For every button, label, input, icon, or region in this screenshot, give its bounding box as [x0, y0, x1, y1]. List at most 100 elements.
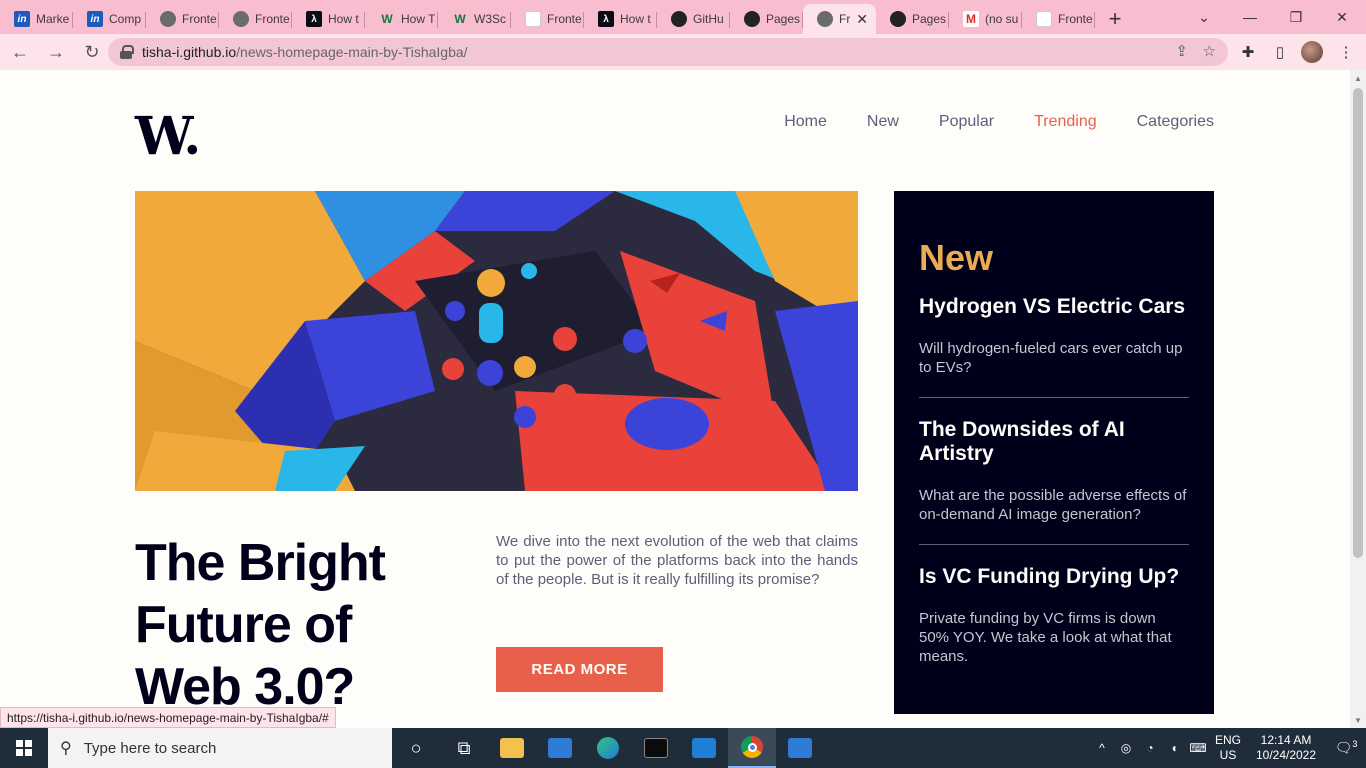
- page-scrollbar[interactable]: ▲ ▼: [1350, 70, 1366, 728]
- browser-tab[interactable]: Fr ✕: [803, 4, 876, 34]
- browser-tab[interactable]: W W3Sc: [438, 4, 511, 34]
- github-icon: [671, 11, 687, 27]
- browser-tab[interactable]: Pages: [730, 4, 803, 34]
- nav-link-popular[interactable]: Popular: [939, 113, 994, 131]
- menu-icon[interactable]: ⋮: [1330, 36, 1362, 68]
- address-bar[interactable]: tisha-i.github.io/news-homepage-main-by-…: [108, 38, 1228, 66]
- browser-tab[interactable]: in Comp: [73, 4, 146, 34]
- browser-tab[interactable]: in Marke: [0, 4, 73, 34]
- share-icon[interactable]: ⇪: [1175, 42, 1188, 60]
- cortana-icon[interactable]: ○: [392, 728, 440, 768]
- bookmark-star-icon[interactable]: ☆: [1203, 42, 1216, 60]
- browser-tab[interactable]: GitHu: [657, 4, 730, 34]
- taskbar-clock[interactable]: 12:14 AM 10/24/2022: [1246, 733, 1326, 763]
- news-item-title[interactable]: Hydrogen VS Electric Cars: [919, 295, 1189, 319]
- scroll-up-icon[interactable]: ▲: [1350, 70, 1366, 86]
- invision-icon: in: [14, 11, 30, 27]
- minimize-button[interactable]: —: [1227, 0, 1273, 34]
- tab-label: Fronte: [547, 12, 582, 26]
- terminal-icon[interactable]: [632, 728, 680, 768]
- system-tray: ^ ◎ ◔ ◖ ⌨ ENG US 12:14 AM 10/24/2022 🗨3: [1090, 728, 1366, 768]
- news-item: Hydrogen VS Electric Cars Will hydrogen-f…: [919, 295, 1189, 398]
- tab-strip: in Marke in Comp Fronte Fronte λ How t W How T W W3…: [0, 0, 1366, 34]
- profile-avatar[interactable]: [1296, 36, 1328, 68]
- photos-icon[interactable]: [776, 728, 824, 768]
- main-nav: Home New Popular Trending Categories: [784, 113, 1214, 131]
- scroll-thumb[interactable]: [1353, 88, 1363, 558]
- vscode-icon[interactable]: [680, 728, 728, 768]
- browser-tab[interactable]: Fronte: [1022, 4, 1095, 34]
- webcam-icon[interactable]: ◎: [1114, 741, 1138, 755]
- tab-label: Fr: [839, 12, 851, 26]
- url-path: /news-homepage-main-by-TishaIgba/: [236, 44, 468, 60]
- nav-link-new[interactable]: New: [867, 113, 899, 131]
- extensions-icon[interactable]: ✚: [1232, 36, 1264, 68]
- restore-button[interactable]: ❐: [1273, 0, 1319, 34]
- input-language[interactable]: ENG US: [1210, 733, 1246, 763]
- edge-icon[interactable]: [584, 728, 632, 768]
- github-icon: [744, 11, 760, 27]
- nav-link-categories[interactable]: Categories: [1137, 113, 1214, 131]
- file-explorer-icon[interactable]: [488, 728, 536, 768]
- tab-label: Pages: [766, 12, 801, 26]
- browser-tab[interactable]: Pages: [876, 4, 949, 34]
- browser-tab[interactable]: M (no su: [949, 4, 1022, 34]
- network-icon[interactable]: ◔: [1138, 741, 1162, 755]
- w3schools-icon: W: [454, 12, 466, 26]
- news-item-text: What are the possible adverse effects of…: [919, 487, 1187, 523]
- new-tab-button[interactable]: +: [1095, 4, 1135, 34]
- tab-label: How T: [401, 12, 436, 26]
- taskbar-search[interactable]: ⚲ Type here to search: [48, 728, 392, 768]
- tab-label: Comp: [109, 12, 142, 26]
- close-tab-icon[interactable]: ✕: [856, 11, 868, 28]
- task-view-icon[interactable]: ⧉: [440, 728, 488, 768]
- w3schools-icon: W: [381, 12, 393, 26]
- tab-label: GitHu: [693, 12, 724, 26]
- chrome-icon[interactable]: [728, 728, 776, 768]
- news-item-text: Private funding by VC firms is down 50% …: [919, 610, 1172, 665]
- start-button[interactable]: [0, 728, 48, 768]
- status-bar-url: https://tisha-i.github.io/news-homepage-…: [0, 707, 336, 728]
- notification-count: 3: [1352, 739, 1358, 750]
- nav-link-home[interactable]: Home: [784, 113, 827, 131]
- browser-tab[interactable]: Fronte: [146, 4, 219, 34]
- invision-icon: in: [87, 11, 103, 27]
- browser-tab[interactable]: λ How t: [292, 4, 365, 34]
- notification-center-icon[interactable]: 🗨3: [1326, 739, 1366, 757]
- tab-label: How t: [328, 12, 359, 26]
- close-window-button[interactable]: ✕: [1319, 0, 1365, 34]
- browser-tab[interactable]: λ How t: [584, 4, 657, 34]
- volume-icon[interactable]: ◖: [1162, 741, 1186, 755]
- mail-icon[interactable]: [536, 728, 584, 768]
- site-logo[interactable]: W.: [135, 106, 201, 167]
- news-item-title[interactable]: The Downsides of AI Artistry: [919, 418, 1189, 466]
- news-item-title[interactable]: Is VC Funding Drying Up?: [919, 565, 1189, 589]
- globe-icon: [233, 11, 249, 27]
- news-item-text: Will hydrogen-fueled cars ever catch up …: [919, 340, 1183, 376]
- windows-logo-icon: [16, 740, 32, 756]
- show-hidden-icons-icon[interactable]: ^: [1090, 741, 1114, 755]
- tab-label: How t: [620, 12, 651, 26]
- scroll-down-icon[interactable]: ▼: [1350, 712, 1366, 728]
- webpage: W. Home New Popular Trending Categories: [0, 70, 1350, 728]
- globe-icon: [817, 11, 833, 27]
- frontendmentor-icon: [525, 11, 541, 27]
- tab-search-icon[interactable]: ⌄: [1181, 0, 1227, 34]
- nav-link-trending[interactable]: Trending: [1034, 113, 1097, 131]
- tab-label: Fronte: [1058, 12, 1093, 26]
- browser-tab[interactable]: Fronte: [219, 4, 292, 34]
- tab-label: Fronte: [255, 12, 290, 26]
- back-button[interactable]: ←: [4, 36, 36, 68]
- article-lede: We dive into the next evolution of the w…: [496, 533, 858, 588]
- url-domain: tisha-i.github.io: [142, 44, 237, 60]
- forward-button[interactable]: →: [40, 36, 72, 68]
- reload-button[interactable]: ↻: [76, 36, 108, 68]
- browser-tab[interactable]: Fronte: [511, 4, 584, 34]
- side-panel-icon[interactable]: ▯: [1264, 36, 1296, 68]
- read-more-button[interactable]: READ MORE: [496, 647, 663, 692]
- news-item: The Downsides of AI Artistry What are the…: [919, 418, 1189, 545]
- lock-icon[interactable]: [120, 45, 134, 59]
- browser-tab[interactable]: W How T: [365, 4, 438, 34]
- keyboard-icon[interactable]: ⌨: [1186, 741, 1210, 755]
- browser-toolbar: ← → ↻ tisha-i.github.io/news-homepage-ma…: [0, 34, 1366, 70]
